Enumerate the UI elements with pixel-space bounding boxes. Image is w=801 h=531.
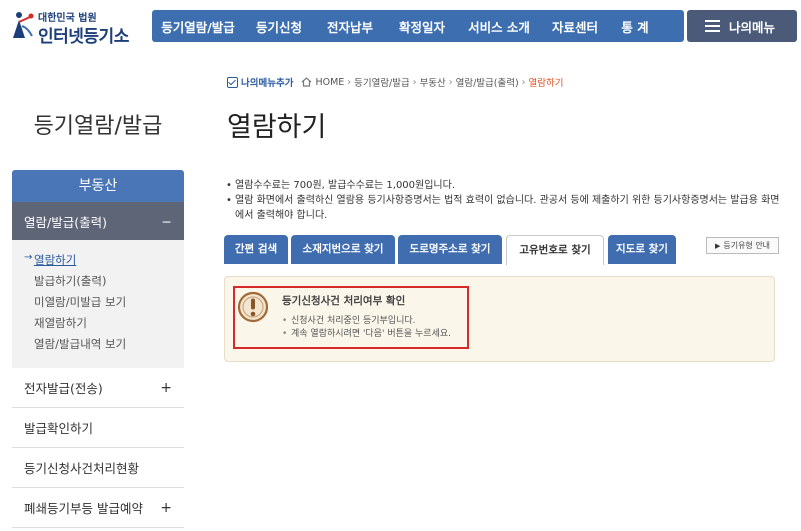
court-emblem-icon (13, 12, 34, 38)
sidebar-item-label: 열람/발급(출력) (24, 214, 107, 230)
sidebar-item-case-status[interactable]: 등기신청사건처리현황 (12, 448, 184, 488)
alert-message-list: 신청사건 처리중인 등기부입니다. 계속 열람하시려면 '다음' 버튼을 누르세… (282, 315, 451, 341)
expand-icon: + (160, 379, 172, 396)
check-icon (227, 76, 238, 88)
tab-road-address[interactable]: 도로명주소로 찾기 (398, 235, 502, 264)
warning-icon (237, 291, 269, 323)
nav-item-statistics[interactable]: 통 계 (610, 17, 660, 36)
sidebar-category[interactable]: 부동산 (12, 170, 184, 202)
breadcrumb-view-issue[interactable]: 열람/발급(출력) (456, 75, 519, 89)
nav-item-service-intro[interactable]: 서비스 소개 (458, 17, 540, 36)
expand-icon: + (160, 499, 172, 516)
nav-item-fixed-date[interactable]: 확정일자 (386, 17, 458, 36)
sidebar-item-e-issue[interactable]: 전자발급(전송) + (12, 368, 184, 408)
triangle-right-icon: ▶ (714, 241, 721, 250)
breadcrumb-home[interactable]: HOME (315, 77, 344, 88)
logo-title: 인터넷등기소 (38, 27, 129, 47)
breadcrumb-registry-view[interactable]: 등기열람/발급 (354, 75, 410, 89)
sidebar-item-label: 등기신청사건처리현황 (24, 461, 140, 476)
hamburger-icon (705, 20, 720, 32)
collapse-icon: − (161, 213, 172, 229)
breadcrumb-separator: › (448, 76, 453, 88)
tab-unique-number[interactable]: 고유번호로 찾기 (506, 235, 604, 265)
sidebar-item-label: 전자발급(전송) (24, 381, 103, 396)
submenu-label: 열람하기 (34, 253, 77, 267)
my-menu-button[interactable]: 나의메뉴 (687, 10, 797, 42)
notice-item: 열람 화면에서 출력하신 열람용 등기사항증명서는 법적 효력이 없습니다. 관… (225, 193, 785, 223)
sidebar-submenu: → 열람하기 발급하기(출력) 미열람/미발급 보기 재열람하기 열람/발급내역… (12, 240, 184, 368)
tab-map[interactable]: 지도로 찾기 (608, 235, 676, 264)
breadcrumb-real-estate[interactable]: 부동산 (420, 75, 446, 89)
my-menu-label: 나의메뉴 (729, 19, 776, 35)
add-my-menu-button[interactable]: 나의메뉴추가 (227, 75, 293, 89)
sidebar-item-label: 발급확인하기 (24, 421, 94, 436)
sidebar-title: 등기열람/발급 (33, 114, 163, 139)
submenu-item-review[interactable]: 재열람하기 (12, 315, 184, 336)
nav-item-registry-apply[interactable]: 등기신청 (244, 17, 314, 36)
breadcrumb-current: 열람하기 (528, 78, 564, 89)
home-icon (301, 77, 312, 87)
alert-title: 등기신청사건 처리여부 확인 (282, 295, 406, 307)
alert-message: 계속 열람하시려면 '다음' 버튼을 누르세요. (282, 328, 451, 341)
sidebar-item-verify-issue[interactable]: 발급확인하기 (12, 408, 184, 448)
nav-item-e-payment[interactable]: 전자납부 (314, 17, 386, 36)
alert-message: 신청사건 처리중인 등기부입니다. (282, 315, 451, 328)
submenu-item-view[interactable]: → 열람하기 (12, 252, 184, 273)
submenu-item-unviewed[interactable]: 미열람/미발급 보기 (12, 294, 184, 315)
breadcrumb-separator: › (347, 76, 352, 88)
arrow-right-icon: → (24, 252, 33, 263)
tab-simple-search[interactable]: 간편 검색 (224, 235, 288, 264)
notice-item: 열람수수료는 700원, 발급수수료는 1,000원입니다. (225, 178, 785, 193)
page-title: 열람하기 (227, 112, 327, 143)
sidebar-item-view-issue[interactable]: 열람/발급(출력) − (12, 202, 184, 240)
nav-item-resources[interactable]: 자료센터 (540, 17, 610, 36)
tab-lot-address[interactable]: 소재지번으로 찾기 (291, 235, 395, 264)
registry-type-guide-button[interactable]: ▶ 등기유형 안내 (706, 237, 779, 254)
notice-list: 열람수수료는 700원, 발급수수료는 1,000원입니다. 열람 화면에서 출… (225, 178, 785, 223)
add-my-menu-label: 나의메뉴추가 (241, 78, 294, 89)
submenu-item-issue-print[interactable]: 발급하기(출력) (12, 273, 184, 294)
site-logo[interactable]: 대한민국 법원 인터넷등기소 (10, 6, 140, 47)
submenu-item-history[interactable]: 열람/발급내역 보기 (12, 336, 184, 357)
main-navigation: 등기열람/발급 등기신청 전자납부 확정일자 서비스 소개 자료센터 통 계 (152, 10, 684, 42)
nav-item-registry-view[interactable]: 등기열람/발급 (152, 17, 244, 36)
breadcrumb-separator: › (521, 76, 526, 88)
sidebar-item-closed-reservation[interactable]: 폐쇄등기부등 발급예약 + (12, 488, 184, 528)
breadcrumb-separator: › (412, 76, 417, 88)
guide-button-label: 등기유형 안내 (723, 241, 771, 250)
sidebar-item-label: 폐쇄등기부등 발급예약 (24, 501, 143, 516)
breadcrumb: 나의메뉴추가 HOME › 등기열람/발급 › 부동산 › 열람/발급(출력) … (227, 75, 563, 89)
